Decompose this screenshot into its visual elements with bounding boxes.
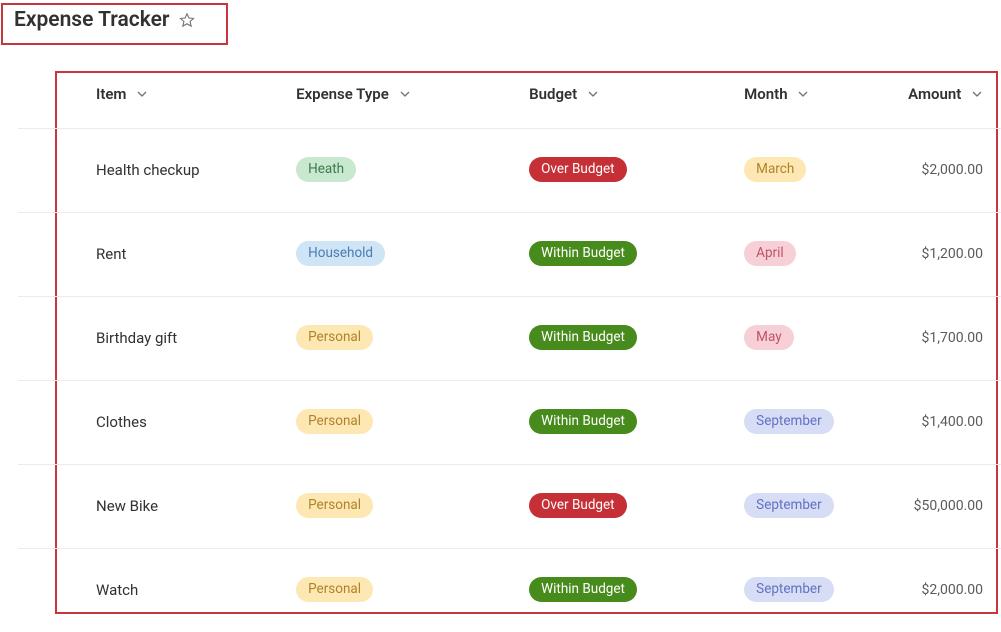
cell-budget: Within Budget	[521, 549, 736, 632]
column-header-amount[interactable]: Amount	[879, 73, 1001, 129]
cell-amount: $1,400.00	[879, 381, 1001, 465]
cell-item: New Bike	[18, 465, 288, 549]
chevron-down-icon	[587, 86, 599, 104]
column-header-month[interactable]: Month	[736, 73, 879, 129]
month-pill[interactable]: March	[744, 157, 806, 182]
annotation-callout-title	[1, 3, 228, 45]
column-header-label: Expense Type	[296, 85, 389, 103]
amount-text: $1,700.00	[921, 330, 983, 346]
column-header-budget[interactable]: Budget	[521, 73, 736, 129]
cell-amount: $50,000.00	[879, 465, 1001, 549]
expense-type-pill[interactable]: Personal	[296, 325, 373, 350]
column-header-expense-type[interactable]: Expense Type	[288, 73, 521, 129]
cell-budget: Over Budget	[521, 129, 736, 213]
expense-table: Item Expense Type Budget Month Amount	[18, 73, 1001, 632]
cell-month: September	[736, 381, 879, 465]
amount-text: $1,400.00	[921, 414, 983, 430]
cell-budget: Within Budget	[521, 381, 736, 465]
column-header-label: Item	[96, 85, 126, 103]
cell-item: Watch	[18, 549, 288, 632]
expense-type-pill[interactable]: Household	[296, 241, 385, 266]
table-row[interactable]: Health checkup Heath Over Budget March $2,00…	[18, 129, 1001, 213]
month-pill[interactable]: September	[744, 409, 833, 434]
cell-month: April	[736, 213, 879, 297]
column-header-label: Amount	[908, 85, 961, 103]
expense-type-pill[interactable]: Heath	[296, 157, 356, 182]
table-row[interactable]: Watch Personal Within Budget September $2,00…	[18, 549, 1001, 632]
month-pill[interactable]: September	[744, 577, 833, 602]
month-pill[interactable]: May	[744, 325, 793, 350]
amount-text: $50,000.00	[914, 498, 983, 514]
chevron-down-icon	[797, 86, 809, 104]
expense-type-pill[interactable]: Personal	[296, 409, 373, 434]
table-row[interactable]: Clothes Personal Within Budget September $1,…	[18, 381, 1001, 465]
month-pill[interactable]: September	[744, 493, 833, 518]
column-header-item[interactable]: Item	[18, 73, 288, 129]
cell-item: Clothes	[18, 381, 288, 465]
cell-budget: Within Budget	[521, 297, 736, 381]
chevron-down-icon	[971, 86, 983, 104]
budget-status-pill[interactable]: Within Budget	[529, 241, 637, 266]
cell-expense-type: Personal	[288, 381, 521, 465]
cell-item: Birthday gift	[18, 297, 288, 381]
item-text: Clothes	[96, 413, 147, 431]
column-header-row: Item Expense Type Budget Month Amount	[18, 73, 1001, 129]
amount-text: $2,000.00	[921, 162, 983, 178]
table-row[interactable]: New Bike Personal Over Budget September $50,…	[18, 465, 1001, 549]
cell-expense-type: Personal	[288, 297, 521, 381]
budget-status-pill[interactable]: Over Budget	[529, 157, 626, 182]
cell-item: Rent	[18, 213, 288, 297]
item-text: Birthday gift	[96, 329, 177, 347]
cell-month: September	[736, 549, 879, 632]
chevron-down-icon	[399, 86, 411, 104]
cell-expense-type: Household	[288, 213, 521, 297]
budget-status-pill[interactable]: Within Budget	[529, 409, 637, 434]
cell-budget: Within Budget	[521, 213, 736, 297]
cell-month: May	[736, 297, 879, 381]
cell-item: Health checkup	[18, 129, 288, 213]
cell-expense-type: Personal	[288, 465, 521, 549]
cell-amount: $1,700.00	[879, 297, 1001, 381]
table-row[interactable]: Birthday gift Personal Within Budget May $1,…	[18, 297, 1001, 381]
cell-expense-type: Personal	[288, 549, 521, 632]
chevron-down-icon	[136, 86, 148, 104]
item-text: New Bike	[96, 497, 158, 515]
cell-amount: $2,000.00	[879, 549, 1001, 632]
cell-month: September	[736, 465, 879, 549]
cell-expense-type: Heath	[288, 129, 521, 213]
item-text: Rent	[96, 245, 126, 263]
cell-month: March	[736, 129, 879, 213]
budget-status-pill[interactable]: Within Budget	[529, 577, 637, 602]
budget-status-pill[interactable]: Over Budget	[529, 493, 626, 518]
column-header-label: Month	[744, 85, 787, 103]
amount-text: $2,000.00	[921, 582, 983, 598]
column-header-label: Budget	[529, 85, 577, 103]
item-text: Health checkup	[96, 161, 200, 179]
expense-type-pill[interactable]: Personal	[296, 577, 373, 602]
budget-status-pill[interactable]: Within Budget	[529, 325, 637, 350]
month-pill[interactable]: April	[744, 241, 796, 266]
amount-text: $1,200.00	[921, 246, 983, 262]
cell-amount: $2,000.00	[879, 129, 1001, 213]
expense-type-pill[interactable]: Personal	[296, 493, 373, 518]
cell-amount: $1,200.00	[879, 213, 1001, 297]
cell-budget: Over Budget	[521, 465, 736, 549]
table-row[interactable]: Rent Household Within Budget April $1,200.00	[18, 213, 1001, 297]
item-text: Watch	[96, 581, 138, 599]
